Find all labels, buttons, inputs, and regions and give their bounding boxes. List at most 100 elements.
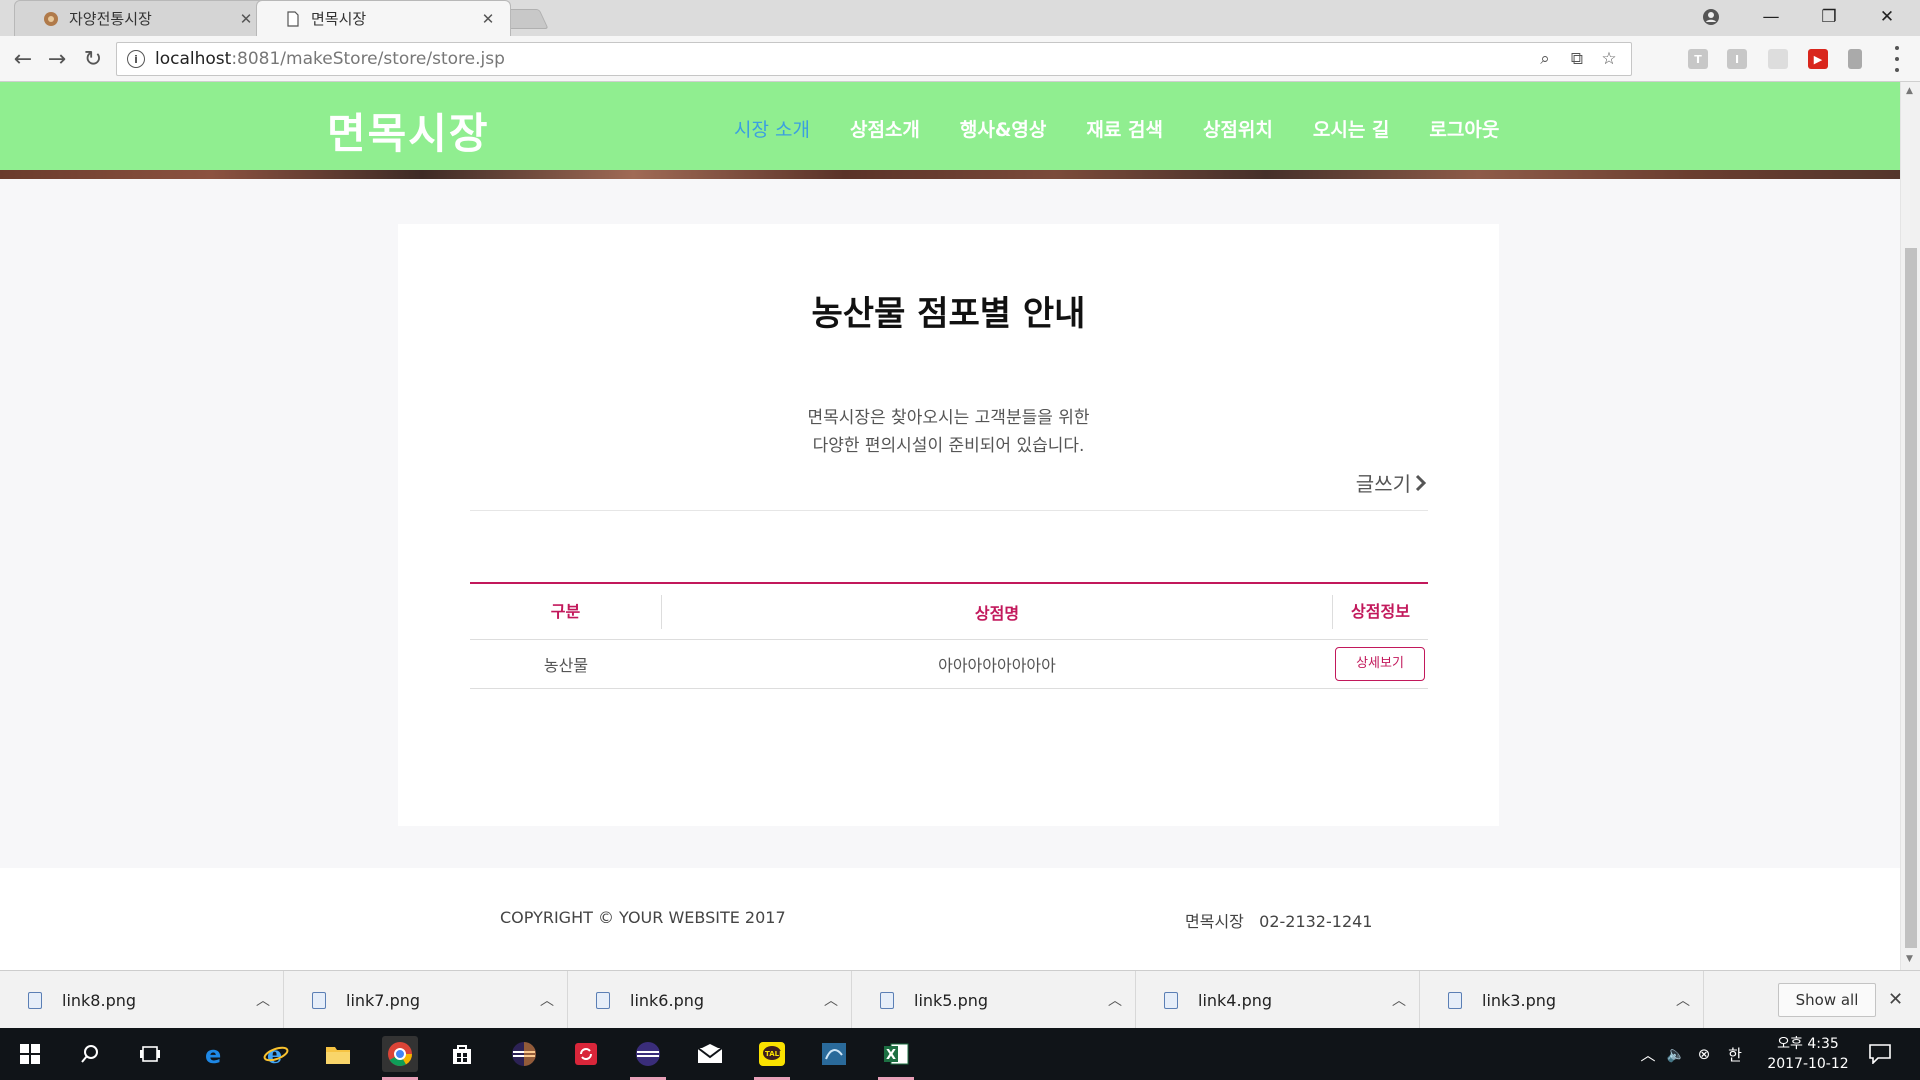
download-item[interactable]: link7.png ︿: [284, 971, 568, 1029]
chevron-right-icon: [1415, 474, 1427, 491]
image-file-icon: [1448, 991, 1462, 1009]
table-row: 농산물 아아아아아아아아 상세보기: [470, 640, 1428, 689]
address-bar[interactable]: i localhost:8081/makeStore/store/store.j…: [116, 42, 1632, 76]
nav-market-intro[interactable]: 시장 소개: [734, 115, 810, 142]
eclipse-ide-icon[interactable]: [630, 1036, 666, 1080]
store-icon[interactable]: [444, 1036, 480, 1072]
download-filename: link3.png: [1482, 990, 1557, 1010]
nav-ingredient-search[interactable]: 재료 검색: [1086, 115, 1163, 142]
reload-icon[interactable]: ↻: [78, 44, 108, 74]
kakaotalk-icon[interactable]: TALK: [754, 1036, 790, 1080]
nav-store-intro[interactable]: 상점소개: [850, 115, 920, 142]
zoom-icon[interactable]: ⌕: [1535, 49, 1555, 69]
nav-events-video[interactable]: 행사&영상: [960, 115, 1047, 142]
chevron-up-icon[interactable]: ︿: [811, 990, 851, 1010]
row-store-name: 아아아아아아아아: [938, 656, 1056, 675]
main-nav: 시장 소개 상점소개 행사&영상 재료 검색 상점위치 오시는 길 로그아웃: [734, 115, 1499, 142]
footer-copyright: COPYRIGHT © YOUR WEBSITE 2017: [500, 908, 786, 927]
downloads-bar: link8.png ︿ link7.png ︿ link6.png ︿ link…: [0, 970, 1920, 1029]
tab-close-icon[interactable]: ✕: [238, 10, 254, 28]
chrome-icon[interactable]: [382, 1036, 418, 1080]
extension-i-icon[interactable]: I: [1727, 49, 1747, 69]
url-text[interactable]: localhost:8081/makeStore/store/store.jsp: [155, 49, 1535, 69]
download-item[interactable]: link4.png ︿: [1136, 971, 1420, 1029]
chevron-up-icon[interactable]: ︿: [1379, 990, 1419, 1010]
download-item[interactable]: link8.png ︿: [0, 971, 284, 1029]
header-category: 구분: [470, 594, 662, 629]
page-scrollbar[interactable]: ▲ ▼: [1900, 82, 1920, 970]
mail-icon[interactable]: [692, 1036, 728, 1072]
hero-image-strip: [0, 170, 1900, 179]
windows-taskbar: e e TALK X ︿ 🔈 ⊗ 한 오후 4:35 2017-10-12: [0, 1028, 1920, 1080]
translate-icon[interactable]: ⧉: [1567, 49, 1587, 69]
chevron-up-icon[interactable]: ︿: [243, 990, 283, 1010]
close-window-icon[interactable]: ✕: [1858, 0, 1916, 34]
chevron-up-icon[interactable]: ︿: [1095, 990, 1135, 1010]
search-icon[interactable]: [72, 1036, 108, 1072]
chevron-up-icon[interactable]: ︿: [527, 990, 567, 1010]
image-file-icon: [312, 991, 326, 1009]
row-category: 농산물: [543, 656, 589, 675]
download-filename: link5.png: [914, 990, 989, 1010]
write-post-link[interactable]: 글쓰기: [1356, 468, 1427, 497]
write-label: 글쓰기: [1355, 472, 1411, 496]
volume-icon[interactable]: 🔈: [1662, 1045, 1690, 1063]
image-file-icon: [1164, 991, 1178, 1009]
ime-indicator[interactable]: 한: [1718, 1044, 1752, 1065]
footer-contact: 면목시장 02-2132-1241: [1185, 912, 1373, 931]
mysql-workbench-icon[interactable]: [816, 1036, 852, 1072]
extension-t-icon[interactable]: T: [1688, 49, 1708, 69]
system-tray: ︿ 🔈 ⊗ 한: [1634, 1028, 1752, 1080]
extension-red-icon[interactable]: ▶: [1808, 49, 1828, 69]
download-filename: link8.png: [62, 990, 137, 1010]
internet-explorer-icon[interactable]: e: [258, 1036, 294, 1072]
market-favicon-icon: [44, 11, 58, 26]
header-store-name: 상점명: [974, 603, 1020, 623]
tab-myeonmok-market[interactable]: 면목시장 ✕: [256, 0, 511, 36]
bookmark-star-icon[interactable]: ☆: [1599, 49, 1619, 69]
extension-cast-icon[interactable]: [1768, 49, 1788, 69]
site-navbar: 면목시장 시장 소개 상점소개 행사&영상 재료 검색 상점위치 오시는 길 로…: [0, 82, 1900, 170]
download-item[interactable]: link6.png ︿: [568, 971, 852, 1029]
tab-close-icon[interactable]: ✕: [480, 10, 496, 28]
extension-gray-icon[interactable]: [1848, 49, 1862, 69]
scroll-up-icon[interactable]: ▲: [1906, 86, 1913, 96]
sync-app-icon[interactable]: [568, 1036, 604, 1072]
network-disconnected-icon[interactable]: ⊗: [1690, 1045, 1718, 1063]
windows-start-icon[interactable]: [12, 1036, 48, 1072]
table-header: 구분 상점명 상점정보: [470, 584, 1428, 640]
nav-logout[interactable]: 로그아웃: [1429, 115, 1499, 142]
restore-icon[interactable]: ❐: [1800, 0, 1858, 34]
file-explorer-icon[interactable]: [320, 1036, 356, 1072]
chevron-up-icon[interactable]: ︿: [1663, 990, 1703, 1010]
forward-icon[interactable]: →: [42, 44, 72, 74]
back-icon[interactable]: ←: [8, 44, 38, 74]
excel-icon[interactable]: X: [878, 1036, 914, 1080]
download-item[interactable]: link5.png ︿: [852, 971, 1136, 1029]
nav-directions[interactable]: 오시는 길: [1313, 115, 1390, 142]
profile-icon[interactable]: [1700, 6, 1722, 28]
eclipse-icon[interactable]: [506, 1036, 542, 1072]
scrollbar-thumb[interactable]: [1905, 248, 1917, 948]
tab-jayang-market[interactable]: 자양전통시장 ✕: [14, 0, 269, 36]
clock-time: 오후 4:35: [1777, 1036, 1839, 1052]
scroll-down-icon[interactable]: ▼: [1906, 954, 1913, 964]
site-info-icon[interactable]: i: [127, 50, 145, 68]
close-downloads-icon[interactable]: ✕: [1888, 989, 1903, 1010]
minimize-icon[interactable]: —: [1742, 0, 1800, 34]
notification-center-icon[interactable]: [1862, 1036, 1898, 1072]
taskbar-clock[interactable]: 오후 4:35 2017-10-12: [1760, 1034, 1856, 1074]
tab-title: 면목시장: [311, 10, 367, 28]
site-logo[interactable]: 면목시장: [327, 100, 490, 161]
view-details-button[interactable]: 상세보기: [1335, 647, 1425, 681]
page-description: 면목시장은 찾아오시는 고객분들을 위한 다양한 편의시설이 준비되어 있습니다…: [807, 408, 1090, 456]
download-item[interactable]: link3.png ︿: [1420, 971, 1704, 1029]
tray-chevron-up-icon[interactable]: ︿: [1634, 1044, 1662, 1065]
task-view-icon[interactable]: [132, 1036, 168, 1072]
show-all-button[interactable]: Show all: [1778, 983, 1876, 1017]
page-viewport: 면목시장 시장 소개 상점소개 행사&영상 재료 검색 상점위치 오시는 길 로…: [0, 82, 1900, 970]
svg-text:e: e: [205, 1041, 221, 1067]
edge-browser-icon[interactable]: e: [196, 1036, 232, 1072]
chrome-menu-icon[interactable]: [1890, 46, 1904, 72]
nav-store-location[interactable]: 상점위치: [1203, 115, 1273, 142]
